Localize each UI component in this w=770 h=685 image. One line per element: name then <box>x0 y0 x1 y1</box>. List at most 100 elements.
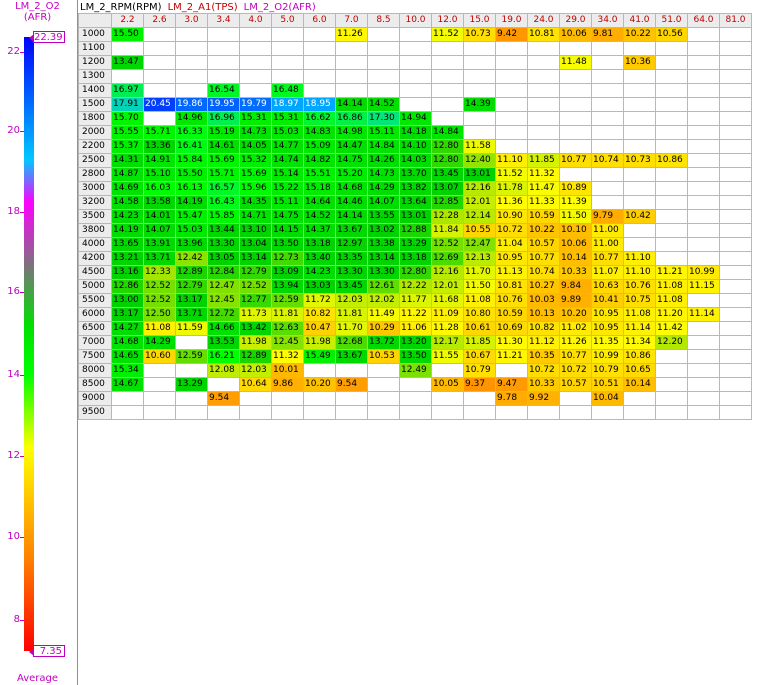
table-cell[interactable]: 12.52 <box>143 279 176 294</box>
table-cell[interactable]: 15.71 <box>143 125 176 140</box>
table-cell[interactable]: 14.29 <box>143 335 176 350</box>
table-cell[interactable]: 16.62 <box>303 111 336 126</box>
table-cell[interactable] <box>495 363 528 378</box>
table-cell[interactable] <box>303 391 336 406</box>
table-cell[interactable] <box>175 55 208 70</box>
table-cell[interactable]: 14.26 <box>367 153 400 168</box>
table-cell[interactable]: 13.04 <box>239 237 272 252</box>
table-cell[interactable]: 15.71 <box>207 167 240 182</box>
table-cell[interactable] <box>335 391 368 406</box>
table-cell[interactable]: 9.86 <box>271 377 304 392</box>
table-cell[interactable]: 12.50 <box>143 307 176 322</box>
table-cell[interactable] <box>655 69 688 84</box>
table-cell[interactable]: 11.08 <box>655 293 688 308</box>
table-cell[interactable] <box>143 405 176 420</box>
table-cell[interactable] <box>687 251 720 266</box>
table-cell[interactable]: 11.30 <box>495 335 528 350</box>
table-cell[interactable]: 9.47 <box>495 377 528 392</box>
table-cell[interactable]: 13.71 <box>175 307 208 322</box>
table-cell[interactable]: 12.63 <box>271 321 304 336</box>
table-cell[interactable] <box>495 405 528 420</box>
table-cell[interactable]: 13.72 <box>367 335 400 350</box>
table-cell[interactable]: 11.06 <box>399 321 432 336</box>
table-cell[interactable] <box>495 69 528 84</box>
table-cell[interactable] <box>495 111 528 126</box>
table-cell[interactable] <box>463 111 496 126</box>
table-cell[interactable]: 11.28 <box>431 321 464 336</box>
table-cell[interactable] <box>655 405 688 420</box>
table-cell[interactable]: 10.79 <box>463 363 496 378</box>
table-cell[interactable]: 15.55 <box>111 125 144 140</box>
table-cell[interactable]: 11.33 <box>527 195 560 210</box>
table-cell[interactable] <box>687 111 720 126</box>
table-cell[interactable]: 13.21 <box>111 251 144 266</box>
table-cell[interactable] <box>655 111 688 126</box>
table-cell[interactable]: 10.82 <box>303 307 336 322</box>
table-cell[interactable] <box>559 125 592 140</box>
table-cell[interactable]: 15.31 <box>271 111 304 126</box>
table-cell[interactable]: 10.90 <box>495 209 528 224</box>
table-cell[interactable]: 14.73 <box>367 167 400 182</box>
table-cell[interactable]: 11.14 <box>623 321 656 336</box>
table-cell[interactable] <box>719 111 752 126</box>
table-cell[interactable]: 12.40 <box>463 153 496 168</box>
table-cell[interactable] <box>591 405 624 420</box>
table-cell[interactable] <box>495 55 528 70</box>
table-cell[interactable] <box>399 55 432 70</box>
table-cell[interactable]: 14.23 <box>303 265 336 280</box>
table-cell[interactable]: 11.26 <box>559 335 592 350</box>
table-cell[interactable]: 10.10 <box>559 223 592 238</box>
table-cell[interactable] <box>175 405 208 420</box>
table-cell[interactable] <box>719 195 752 210</box>
table-cell[interactable] <box>367 363 400 378</box>
table-cell[interactable] <box>335 83 368 98</box>
table-cell[interactable] <box>687 209 720 224</box>
table-cell[interactable] <box>367 41 400 56</box>
table-cell[interactable]: 16.13 <box>175 181 208 196</box>
table-cell[interactable] <box>591 181 624 196</box>
table-cell[interactable]: 14.64 <box>303 195 336 210</box>
table-cell[interactable] <box>239 405 272 420</box>
table-cell[interactable] <box>463 55 496 70</box>
table-cell[interactable]: 14.68 <box>335 181 368 196</box>
table-cell[interactable]: 13.20 <box>399 335 432 350</box>
table-cell[interactable]: 11.50 <box>463 279 496 294</box>
table-cell[interactable]: 12.89 <box>239 349 272 364</box>
table-cell[interactable] <box>239 41 272 56</box>
table-cell[interactable] <box>431 97 464 112</box>
table-cell[interactable] <box>655 363 688 378</box>
table-cell[interactable] <box>623 223 656 238</box>
table-cell[interactable]: 10.99 <box>591 349 624 364</box>
table-cell[interactable]: 10.57 <box>527 237 560 252</box>
table-cell[interactable]: 10.80 <box>463 307 496 322</box>
table-cell[interactable]: 12.08 <box>207 363 240 378</box>
table-cell[interactable] <box>719 335 752 350</box>
table-cell[interactable]: 11.50 <box>559 209 592 224</box>
table-cell[interactable] <box>719 69 752 84</box>
table-cell[interactable]: 14.96 <box>175 111 208 126</box>
table-cell[interactable]: 10.69 <box>495 321 528 336</box>
table-cell[interactable]: 14.27 <box>111 321 144 336</box>
table-cell[interactable] <box>431 41 464 56</box>
table-cell[interactable]: 11.59 <box>175 321 208 336</box>
table-cell[interactable]: 13.58 <box>143 195 176 210</box>
table-cell[interactable] <box>655 125 688 140</box>
table-cell[interactable] <box>655 223 688 238</box>
table-cell[interactable] <box>719 167 752 182</box>
table-cell[interactable]: 11.04 <box>495 237 528 252</box>
table-cell[interactable]: 10.72 <box>559 363 592 378</box>
table-cell[interactable]: 14.68 <box>111 335 144 350</box>
table-cell[interactable] <box>719 27 752 42</box>
table-cell[interactable] <box>367 27 400 42</box>
table-cell[interactable]: 14.84 <box>367 139 400 154</box>
table-cell[interactable]: 19.79 <box>239 97 272 112</box>
table-cell[interactable]: 11.08 <box>655 279 688 294</box>
table-cell[interactable] <box>687 363 720 378</box>
table-cell[interactable]: 10.13 <box>527 307 560 322</box>
table-cell[interactable]: 13.38 <box>367 237 400 252</box>
table-cell[interactable] <box>559 405 592 420</box>
table-cell[interactable] <box>495 83 528 98</box>
table-cell[interactable] <box>399 391 432 406</box>
table-cell[interactable] <box>239 69 272 84</box>
table-cell[interactable]: 10.77 <box>559 349 592 364</box>
